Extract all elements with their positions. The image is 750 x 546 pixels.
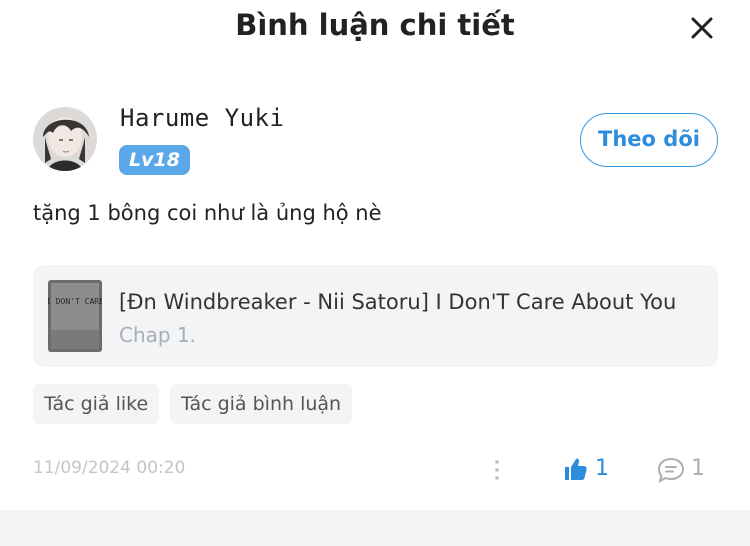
- reply-count: 1: [691, 456, 705, 481]
- story-cover-lettering: I DON'T CARE: [48, 297, 102, 306]
- story-title: [Đn Windbreaker - Nii Satoru] I Don'T Ca…: [119, 290, 677, 314]
- bottom-divider: [0, 510, 750, 546]
- story-cover: I DON'T CARE: [48, 280, 102, 352]
- thumbs-up-icon: [565, 458, 587, 480]
- more-vertical-icon[interactable]: [487, 458, 507, 482]
- comment-bubble-icon: [657, 457, 685, 484]
- story-chapter: Chap 1.: [119, 323, 197, 347]
- avatar[interactable]: [33, 107, 97, 171]
- timestamp: 11/09/2024 00:20: [33, 458, 186, 478]
- username[interactable]: Harume Yuki: [120, 104, 284, 132]
- header: Bình luận chi tiết: [0, 0, 750, 56]
- close-icon[interactable]: [688, 14, 716, 42]
- page-title: Bình luận chi tiết: [235, 8, 515, 42]
- story-card[interactable]: I DON'T CARE [Đn Windbreaker - Nii Sator…: [33, 265, 718, 367]
- level-badge: Lv18: [119, 145, 190, 175]
- tag-author-like: Tác giả like: [33, 384, 160, 424]
- comment-text: tặng 1 bông coi như là ủng hộ nè: [33, 201, 382, 225]
- like-count: 1: [595, 456, 609, 481]
- follow-button[interactable]: Theo dõi: [580, 113, 718, 167]
- tag-author-reply: Tác giả bình luận: [170, 384, 353, 424]
